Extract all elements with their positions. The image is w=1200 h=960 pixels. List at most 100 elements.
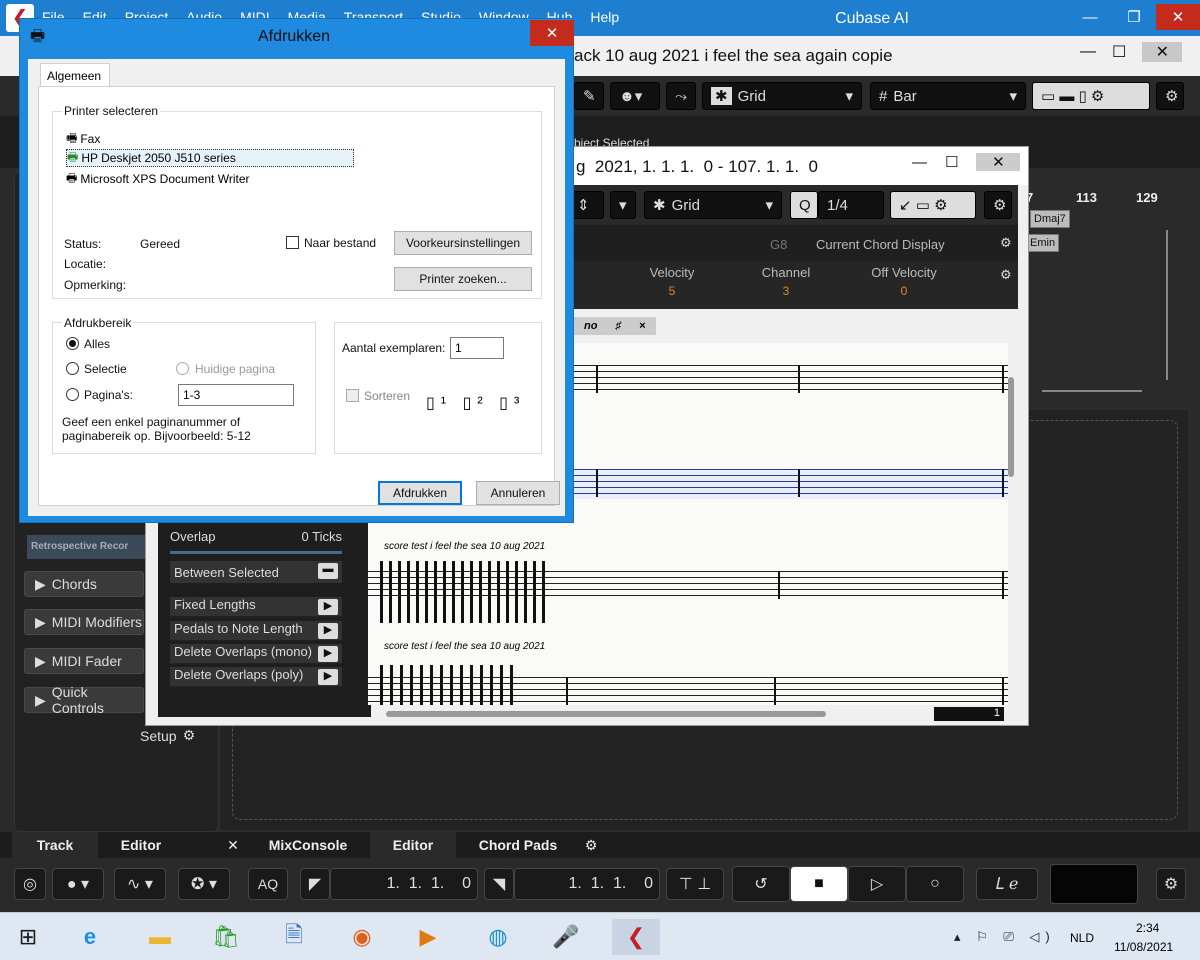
store-icon[interactable]: 🛍 <box>206 919 246 955</box>
left-locator[interactable]: 1. 1. 1. 0 <box>330 868 478 900</box>
waveform-icon[interactable]: ∿ ▾ <box>114 868 166 900</box>
record-mode-button[interactable]: ● ▾ <box>52 868 104 900</box>
printer-item-xps[interactable]: 🖶 Microsoft XPS Document Writer <box>66 169 249 189</box>
vertical-zoom-slider[interactable] <box>1166 230 1168 380</box>
snap-toggle-button[interactable]: ⤳ <box>666 82 696 110</box>
chord-event[interactable]: Emin <box>1026 234 1060 252</box>
pedals-to-note-length-button[interactable]: Pedals to Note Length ▶ <box>170 621 342 641</box>
microphone-icon[interactable]: 🎤 <box>546 919 586 955</box>
transport-settings-gear-icon[interactable]: ⚙ <box>1156 868 1186 900</box>
pages-input[interactable]: 1-3 <box>178 384 294 406</box>
project-minimize-button[interactable]: — <box>1080 43 1096 61</box>
window-layout-buttons[interactable]: ▭ ▬ ▯ ⚙ <box>1032 82 1150 110</box>
dropdown-chevron-icon[interactable]: ▾ <box>610 191 636 219</box>
file-explorer-icon[interactable]: ▬ <box>140 919 180 955</box>
tool-glue-button[interactable]: ✎ <box>574 82 604 110</box>
tab-editor[interactable]: Editor <box>98 832 184 858</box>
cycle-icon[interactable]: ↺ <box>732 866 790 902</box>
horizontal-scrollbar[interactable] <box>386 711 826 717</box>
firefox-icon[interactable]: ◉ <box>342 919 382 955</box>
minimize-button[interactable]: — <box>1068 4 1112 30</box>
record-icon[interactable]: ○ <box>906 866 964 902</box>
quantize-q-icon[interactable]: Q <box>790 191 818 219</box>
quantize-value-select[interactable]: 1/4 <box>818 191 884 219</box>
locate-buttons[interactable]: ⊤ ⊥ <box>666 868 724 900</box>
inspector-setup[interactable]: Setup ⚙ <box>140 727 195 744</box>
tab-chord-pads[interactable]: Chord Pads <box>460 832 576 858</box>
metronome-icon[interactable]: ✪ ▾ <box>178 868 230 900</box>
gear-icon[interactable]: ⚙ <box>578 832 604 858</box>
project-restore-button[interactable]: ☐ <box>1112 42 1126 62</box>
score-settings-gear-icon[interactable]: ⚙ <box>984 191 1012 219</box>
minus-icon[interactable]: ▬ <box>318 563 338 579</box>
cancel-button[interactable]: Annuleren <box>476 481 560 505</box>
printer-list[interactable]: 🖷 Fax 🖶 HP Deskjet 2050 J510 series 🖶 Micro… <box>66 129 366 191</box>
inspector-section-midi-modifiers[interactable]: ▶ MIDI Modifiers <box>24 609 144 635</box>
find-printer-button[interactable]: Printer zoeken... <box>394 267 532 291</box>
delete-overlaps-mono-button[interactable]: Delete Overlaps (mono) ▶ <box>170 644 342 664</box>
tab-mixconsole[interactable]: MixConsole <box>252 832 364 858</box>
zoom-slider[interactable] <box>1042 390 1142 392</box>
range-selection-radio[interactable] <box>66 362 79 375</box>
tab-track[interactable]: Track <box>12 832 98 858</box>
clock-date[interactable]: 11/08/2021 <box>1114 940 1173 954</box>
settings-gear-icon[interactable]: ⚙ <box>1156 82 1184 110</box>
right-locator[interactable]: 1. 1. 1. 0 <box>514 868 660 900</box>
between-selected-row[interactable]: Between Selected ▬ <box>170 561 342 583</box>
print-to-file-checkbox[interactable] <box>286 236 299 249</box>
tray-icons[interactable]: ▴ ⚐ ⎚ ◁) <box>954 929 1056 945</box>
printer-item-hp[interactable]: 🖶 HP Deskjet 2050 J510 series <box>66 149 354 167</box>
delete-overlaps-poly-button[interactable]: Delete Overlaps (poly) ▶ <box>170 667 342 687</box>
inspector-section-midi-fader[interactable]: ▶ MIDI Fader <box>24 648 144 674</box>
vertical-scrollbar[interactable] <box>1008 377 1014 477</box>
project-close-button[interactable]: ✕ <box>1142 42 1183 62</box>
gear-icon[interactable]: ⚙ <box>1000 235 1012 251</box>
tab-algemeen[interactable]: Algemeen <box>40 63 110 87</box>
language-indicator[interactable]: NLD <box>1070 931 1094 945</box>
symbol-tab-close[interactable]: × <box>639 320 645 332</box>
close-button[interactable]: ✕ <box>1156 4 1200 30</box>
clock-time[interactable]: 2:34 <box>1136 921 1159 935</box>
gear-icon[interactable]: ⚙ <box>1000 267 1012 283</box>
page-number-field[interactable]: 1 <box>934 707 1004 721</box>
quantize-select[interactable]: # Bar ▾ <box>870 82 1026 110</box>
chord-event[interactable]: Dmaj7 <box>1030 210 1070 228</box>
inspector-section-chords[interactable]: ▶ Chords <box>24 571 144 597</box>
grid-type-select[interactable]: ✱ Grid ▾ <box>702 82 862 110</box>
print-button[interactable]: Afdrukken <box>378 481 462 505</box>
range-pages-radio[interactable] <box>66 388 79 401</box>
inspector-section-quick-controls[interactable]: ▶ Quick Controls <box>24 684 144 716</box>
left-locator-icon[interactable]: ◤ <box>300 868 330 900</box>
start-windows-icon[interactable]: ⊞ <box>8 919 48 955</box>
symbol-tab-no[interactable]: no <box>584 320 597 332</box>
tab-editor-2[interactable]: Editor <box>370 832 456 858</box>
symbol-tab-sharp[interactable]: ♯ <box>615 320 621 332</box>
score-layout-buttons[interactable]: ↙ ▭ ⚙ <box>890 191 976 219</box>
notepad-icon[interactable]: 🗎 <box>274 919 314 955</box>
param-channel[interactable]: Channel 3 <box>736 265 836 298</box>
edge-icon[interactable]: ◍ <box>478 919 518 955</box>
param-velocity[interactable]: Velocity 5 <box>622 265 722 298</box>
play-icon[interactable]: ▷ <box>848 866 906 902</box>
overlap-slider[interactable] <box>170 551 342 554</box>
tool-speaker-button[interactable]: ☻▾ <box>610 82 660 110</box>
stop-icon[interactable]: ■ <box>790 866 848 902</box>
cubase-taskbar-icon[interactable]: ❮ <box>612 919 660 955</box>
activate-icon[interactable]: ◎ <box>14 868 46 900</box>
range-all-radio[interactable] <box>66 337 79 350</box>
print-dialog-close-button[interactable]: ✕ <box>530 20 574 46</box>
score-restore-button[interactable]: ☐ <box>945 153 958 171</box>
overlap-row[interactable]: Overlap 0 Ticks <box>170 523 342 549</box>
retrospective-record[interactable]: Retrospective Recor <box>27 535 145 559</box>
param-off-velocity[interactable]: Off Velocity 0 <box>854 265 954 298</box>
copies-input[interactable]: 1 <box>450 337 504 359</box>
score-grid-select[interactable]: ✱ Grid ▾ <box>644 191 782 219</box>
printer-item-fax[interactable]: 🖷 Fax <box>66 129 100 149</box>
fixed-lengths-button[interactable]: Fixed Lengths ▶ <box>170 597 342 617</box>
auto-quantize-button[interactable]: AQ <box>248 868 288 900</box>
tempo-tools-icon[interactable]: 𝐿 ℯ <box>976 868 1038 900</box>
preferences-button[interactable]: Voorkeursinstellingen <box>394 231 532 255</box>
media-player-icon[interactable]: ▶ <box>408 919 448 955</box>
close-icon[interactable]: ✕ <box>220 832 246 858</box>
score-close-button[interactable]: ✕ <box>976 153 1021 171</box>
